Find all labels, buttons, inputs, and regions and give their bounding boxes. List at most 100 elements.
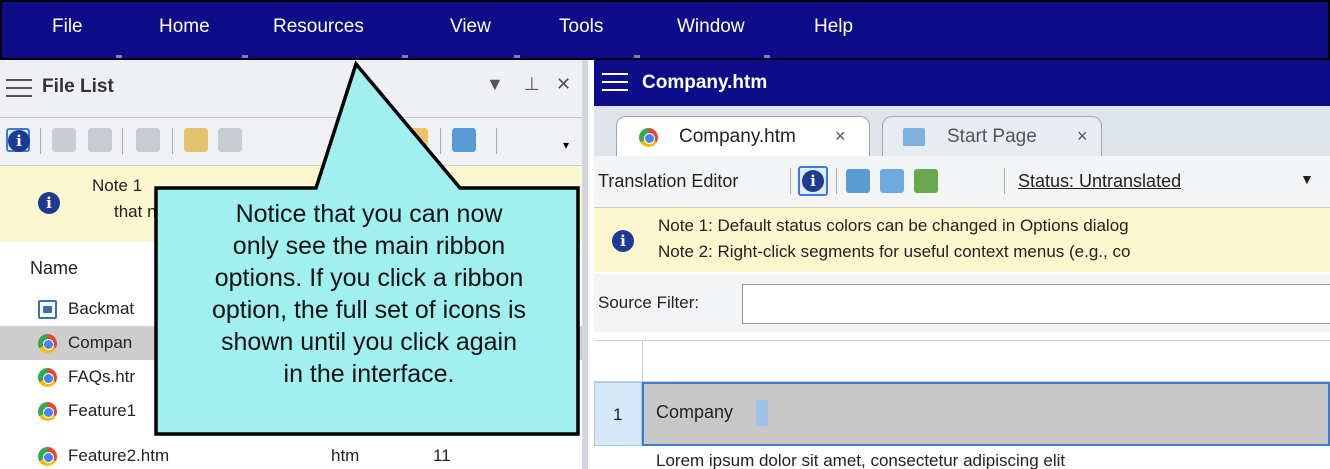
file-size: 11: [433, 446, 451, 465]
toolbar-separator: [836, 168, 837, 194]
editor-panel: Company.htm Company.htm × Start Page × T…: [594, 60, 1330, 469]
info-icon: i: [802, 170, 824, 192]
text-cursor: [756, 400, 768, 426]
callout-line: in the interface.: [283, 360, 455, 388]
tab-label: Company.htm: [679, 126, 796, 147]
segment-grid-header: [594, 340, 1330, 383]
menu-tools[interactable]: Tools: [559, 16, 603, 38]
callout-line: options. If you click a ribbon: [214, 264, 524, 292]
chrome-icon: [639, 128, 658, 147]
pin-icon[interactable]: ⊥: [524, 74, 540, 95]
tab-company[interactable]: Company.htm ×: [616, 116, 870, 156]
column-header-name[interactable]: Name: [30, 258, 78, 279]
file-list-toolbar: i ▾: [0, 118, 582, 166]
source-filter-label: Source Filter:: [598, 293, 700, 312]
callout-line: shown until you click again: [221, 328, 517, 356]
commit-icon[interactable]: [914, 169, 938, 193]
segment-source-cell[interactable]: Company: [642, 382, 1330, 446]
toolbar-separator: [790, 168, 791, 194]
menu-separator: [634, 55, 640, 58]
menu-resources[interactable]: Resources: [273, 16, 364, 38]
menu-window[interactable]: Window: [677, 16, 745, 38]
source-filter-row: Source Filter:: [594, 274, 1330, 332]
toolbar-separator: [440, 128, 441, 154]
info-toggle-button[interactable]: i: [798, 166, 828, 196]
clipboard-icon[interactable]: [218, 128, 242, 152]
menu-help[interactable]: Help: [814, 16, 853, 38]
file-list-header: File List ▼ ⊥ ✕: [0, 60, 582, 118]
segment-number: 1: [613, 405, 623, 424]
toolbar-separator: [122, 128, 123, 154]
file-name: Compan: [68, 333, 133, 352]
file-name: Feature1: [68, 401, 137, 420]
segment-number-cell[interactable]: 1: [594, 382, 642, 446]
callout-line: option, the full set of icons is: [211, 296, 527, 324]
toolbar-separator: [172, 128, 173, 154]
info-icon: i: [612, 230, 634, 252]
menu-separator: [116, 55, 122, 58]
segment-next-row[interactable]: Lorem ipsum dolor sit amet, consectetur …: [642, 446, 1330, 469]
chevron-down-icon[interactable]: ▼: [1300, 171, 1314, 187]
note-line-2: that n: [114, 202, 157, 221]
info-toggle-button[interactable]: i: [6, 128, 30, 152]
export-icon[interactable]: [136, 128, 160, 152]
menu-separator: [764, 55, 770, 58]
chrome-icon: [38, 368, 57, 387]
close-icon[interactable]: ✕: [556, 74, 571, 95]
info-icon: i: [38, 192, 60, 214]
menu-file[interactable]: File: [52, 16, 83, 38]
toolbar-separator: [1004, 168, 1005, 194]
editor-title: Company.htm: [642, 72, 768, 93]
file-list-title: File List: [42, 76, 114, 97]
dropdown-arrow-icon[interactable]: ▼: [486, 74, 504, 95]
overflow-chevron-icon[interactable]: ▾: [563, 138, 569, 152]
note-line-1: Note 1: [92, 176, 143, 195]
segment-text: Lorem ipsum dolor sit amet, consectetur …: [656, 451, 1066, 469]
hamburger-icon[interactable]: [6, 78, 32, 98]
preview-icon[interactable]: [88, 128, 112, 152]
menu-separator: [242, 55, 248, 58]
tab-close-icon[interactable]: ×: [1077, 126, 1088, 147]
tab-close-icon[interactable]: ×: [835, 126, 846, 147]
source-filter-input[interactable]: [742, 284, 1330, 324]
chrome-icon: [38, 334, 57, 353]
menu-bar: File Home Resources View Tools Window He…: [0, 0, 1330, 60]
file-row[interactable]: Feature2.htm htm 11: [0, 439, 582, 469]
copy-source-icon[interactable]: [880, 169, 904, 193]
translation-editor-label: Translation Editor: [598, 171, 739, 191]
note-line-1: Note 1: Default status colors can be cha…: [658, 216, 1129, 235]
hamburger-icon[interactable]: [602, 72, 628, 92]
tab-strip: Company.htm × Start Page ×: [594, 106, 1330, 156]
info-icon: i: [8, 130, 30, 152]
folder-icon[interactable]: [404, 128, 428, 152]
document-icon: [38, 300, 57, 319]
tab-start-page[interactable]: Start Page ×: [882, 116, 1102, 156]
editor-note: i Note 1: Default status colors can be c…: [594, 208, 1330, 272]
menu-separator: [514, 55, 520, 58]
menu-home[interactable]: Home: [159, 16, 210, 38]
archive-icon[interactable]: [184, 128, 208, 152]
chrome-icon: [38, 402, 57, 421]
file-name: Backmat: [68, 299, 135, 318]
status-dropdown[interactable]: Status: Untranslated: [1018, 171, 1181, 192]
file-name: Feature2.htm: [68, 446, 170, 465]
callout-text: Notice that you can now only see the mai…: [158, 198, 580, 390]
toolbar-separator: [40, 128, 41, 154]
file-type: htm: [331, 446, 360, 465]
file-name: FAQs.htr: [68, 367, 136, 386]
callout-line: Notice that you can now: [235, 200, 503, 228]
grid-divider: [642, 341, 643, 383]
file-row[interactable]: Feature1: [0, 394, 582, 428]
note-line-2: Note 2: Right-click segments for useful …: [658, 242, 1131, 261]
editor-header: Company.htm: [594, 60, 1330, 106]
callout-line: only see the main ribbon: [232, 232, 506, 260]
add-file-icon[interactable]: [52, 128, 76, 152]
menu-view[interactable]: View: [450, 16, 491, 38]
refresh-icon[interactable]: [452, 128, 476, 152]
start-page-icon: [903, 128, 925, 146]
tab-label: Start Page: [947, 126, 1037, 147]
move-up-icon[interactable]: [846, 169, 870, 193]
chrome-icon: [38, 447, 57, 466]
toolbar-separator: [496, 128, 497, 154]
segment-text: Company: [656, 402, 734, 422]
